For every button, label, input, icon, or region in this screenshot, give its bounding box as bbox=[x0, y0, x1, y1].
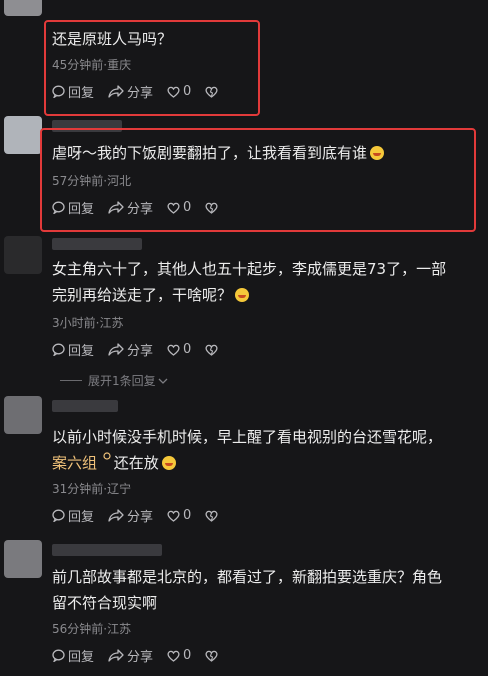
comment-text-content: 还在放 bbox=[113, 454, 159, 472]
comment-text-content: 完别再给送走了，干啥呢？ bbox=[52, 286, 233, 304]
reply-icon bbox=[52, 649, 65, 662]
comment-text-line-1: 女主角六十了，其他人也五十起步，李成儒更是73了，一部 bbox=[52, 260, 447, 278]
share-button[interactable]: 分享 bbox=[108, 646, 153, 665]
share-button[interactable]: 分享 bbox=[108, 82, 153, 101]
comment-actions: 回复 分享 0 bbox=[52, 340, 235, 359]
like-count: 0 bbox=[183, 648, 192, 663]
broken-heart-icon bbox=[205, 86, 218, 98]
broken-heart-icon bbox=[205, 510, 218, 522]
dislike-button[interactable] bbox=[205, 650, 221, 662]
share-icon bbox=[108, 509, 124, 522]
reply-icon bbox=[52, 201, 65, 214]
reply-button[interactable]: 回复 bbox=[52, 506, 94, 525]
reply-label: 回复 bbox=[68, 202, 95, 217]
comment-text-line-2: 完别再给送走了，干啥呢？ bbox=[52, 282, 488, 308]
share-button[interactable]: 分享 bbox=[108, 340, 153, 359]
comment-text-line-1: 前几部故事都是北京的，都看过了，新翻拍要选重庆？角色 bbox=[52, 568, 443, 586]
share-icon bbox=[108, 85, 124, 98]
expand-replies-label: 展开1条回复 bbox=[88, 374, 156, 388]
reply-icon bbox=[52, 85, 65, 98]
comment-meta: 31分钟前·辽宁 bbox=[52, 482, 132, 496]
grin-emoji-icon bbox=[370, 146, 385, 160]
comment-actions: 回复 分享 0 bbox=[52, 646, 235, 665]
comment-text: 还是原班人马吗？ bbox=[52, 30, 173, 48]
reply-icon bbox=[52, 343, 65, 356]
comment-text-content: 虐呀～我的下饭剧要翻拍了，让我看看到底有谁 bbox=[52, 144, 368, 162]
comment-text-line-1: 以前小时候没手机时候，早上醒了看电视别的台还雪花呢， bbox=[52, 428, 443, 446]
reply-label: 回复 bbox=[68, 510, 95, 525]
reply-button[interactable]: 回复 bbox=[52, 198, 94, 217]
like-button[interactable]: 0 bbox=[167, 200, 191, 215]
share-label: 分享 bbox=[127, 86, 154, 101]
like-count: 0 bbox=[183, 84, 192, 99]
dislike-button[interactable] bbox=[205, 202, 221, 214]
share-button[interactable]: 分享 bbox=[108, 506, 153, 525]
share-button[interactable]: 分享 bbox=[108, 198, 153, 217]
comment-meta: 45分钟前·重庆 bbox=[52, 58, 132, 72]
comment-meta: 3小时前·江苏 bbox=[52, 316, 124, 330]
broken-heart-icon bbox=[205, 650, 218, 662]
comment-meta: 57分钟前·河北 bbox=[52, 174, 132, 188]
comment-text-line-2: 案六组 还在放 bbox=[52, 450, 488, 476]
comment-actions: 回复 分享 0 bbox=[52, 82, 235, 101]
search-icon bbox=[103, 452, 111, 460]
dislike-button[interactable] bbox=[205, 86, 221, 98]
heart-icon bbox=[167, 86, 180, 98]
avatar[interactable] bbox=[4, 116, 42, 154]
avatar[interactable] bbox=[4, 236, 42, 274]
share-icon bbox=[108, 343, 124, 356]
topic-tag-link[interactable]: 案六组 bbox=[52, 454, 97, 472]
reply-button[interactable]: 回复 bbox=[52, 340, 94, 359]
like-button[interactable]: 0 bbox=[167, 508, 191, 523]
heart-icon bbox=[167, 344, 180, 356]
share-label: 分享 bbox=[127, 650, 154, 665]
reply-label: 回复 bbox=[68, 86, 95, 101]
heart-icon bbox=[167, 202, 180, 214]
share-label: 分享 bbox=[127, 510, 154, 525]
broken-heart-icon bbox=[205, 202, 218, 214]
like-button[interactable]: 0 bbox=[167, 648, 191, 663]
reply-label: 回复 bbox=[68, 650, 95, 665]
reply-icon bbox=[52, 509, 65, 522]
avatar[interactable] bbox=[4, 396, 42, 434]
username-blurred bbox=[52, 544, 162, 556]
comment-text: 虐呀～我的下饭剧要翻拍了，让我看看到底有谁 bbox=[52, 140, 488, 166]
share-icon bbox=[108, 201, 124, 214]
laugh-emoji-icon bbox=[235, 288, 250, 302]
avatar[interactable] bbox=[4, 0, 42, 16]
comment-actions: 回复 分享 0 bbox=[52, 198, 235, 217]
expand-replies-button[interactable]: 展开1条回复 bbox=[60, 372, 168, 389]
like-count: 0 bbox=[183, 342, 192, 357]
heart-icon bbox=[167, 510, 180, 522]
like-count: 0 bbox=[183, 200, 192, 215]
comment-actions: 回复 分享 0 bbox=[52, 506, 235, 525]
reply-label: 回复 bbox=[68, 344, 95, 359]
like-button[interactable]: 0 bbox=[167, 342, 191, 357]
reply-button[interactable]: 回复 bbox=[52, 82, 94, 101]
like-button[interactable]: 0 bbox=[167, 84, 191, 99]
comment-text-line-2: 留不符合现实啊 bbox=[52, 594, 158, 612]
dislike-button[interactable] bbox=[205, 344, 221, 356]
laugh-emoji-icon bbox=[161, 456, 176, 470]
like-count: 0 bbox=[183, 508, 192, 523]
share-label: 分享 bbox=[127, 344, 154, 359]
divider bbox=[60, 380, 82, 381]
username-blurred bbox=[52, 400, 118, 412]
share-icon bbox=[108, 649, 124, 662]
chevron-down-icon bbox=[158, 378, 168, 384]
broken-heart-icon bbox=[205, 344, 218, 356]
avatar[interactable] bbox=[4, 540, 42, 578]
share-label: 分享 bbox=[127, 202, 154, 217]
heart-icon bbox=[167, 650, 180, 662]
reply-button[interactable]: 回复 bbox=[52, 646, 94, 665]
comment-meta: 56分钟前·江苏 bbox=[52, 622, 132, 636]
dislike-button[interactable] bbox=[205, 510, 221, 522]
username-blurred bbox=[52, 238, 142, 250]
